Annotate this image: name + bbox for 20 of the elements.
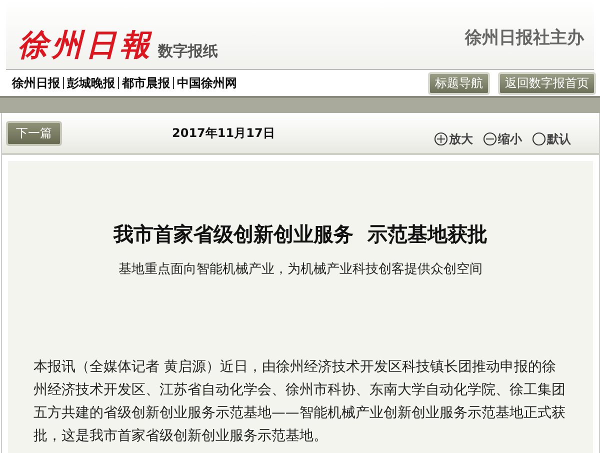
nav-link[interactable]: 中国徐州网	[177, 74, 237, 92]
font-size-button[interactable]: 放大	[434, 130, 473, 148]
font-size-button[interactable]: 缩小	[483, 130, 522, 148]
logo-subtitle: 数字报纸	[158, 42, 218, 61]
zoom-in-icon	[434, 132, 448, 146]
next-article-button[interactable]: 下一篇	[6, 120, 62, 146]
article-title: 我市首家省级创新创业服务 示范基地获批	[114, 221, 488, 248]
article-subtitle: 基地重点面向智能机械产业，为机械产业科技创客提供众创空间	[118, 261, 482, 278]
issue-date: 2017年11月17日	[172, 124, 275, 142]
nav-link[interactable]: 都市晨报	[122, 74, 170, 92]
nav-button[interactable]: 标题导航	[428, 72, 490, 94]
font-size-button[interactable]: 默认	[532, 130, 571, 148]
newspaper-logo: 徐州日報	[18, 31, 154, 61]
sponsor-text: 徐州日报社主办	[465, 27, 584, 49]
nav-link[interactable]: 徐州日报	[12, 74, 60, 92]
reset-icon	[532, 132, 546, 146]
nav-button[interactable]: 返回数字报首页	[498, 72, 596, 94]
article-paragraph: 本报讯（全媒体记者 黄启源）近日，由徐州经济技术开发区科技镇长团推动申报的徐州经济技术开发区、江苏省自动化学会、徐州市科协、东南大学自动化学院、徐工集团五方共建的省级创新创业服务示范基地——智能机械产业创新创业服务示范基地正式获批，这是我市首家省级创新创业服务示范基地。	[34, 358, 566, 446]
nav-link[interactable]: 彭城晚报	[67, 74, 115, 92]
zoom-out-icon	[483, 132, 497, 146]
